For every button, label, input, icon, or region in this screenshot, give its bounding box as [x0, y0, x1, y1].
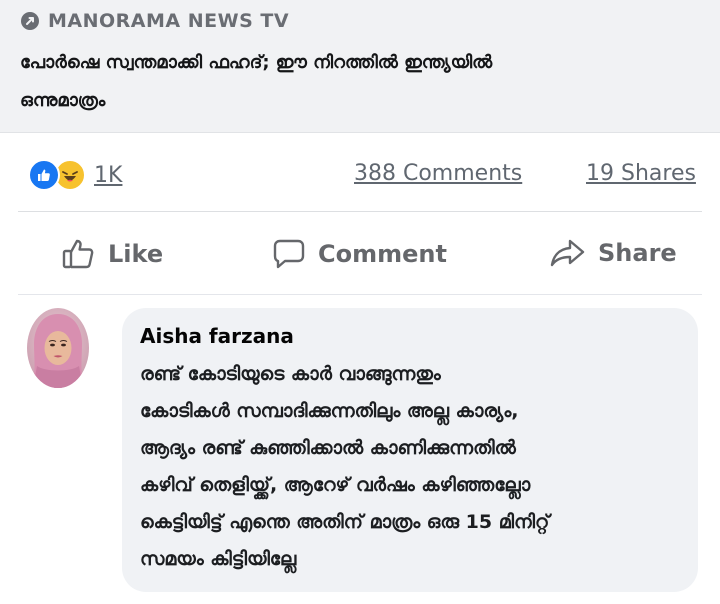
comment-line: സമയം കിട്ടിയില്ലേ [140, 548, 297, 570]
like-reaction-icon [28, 159, 60, 191]
like-label: Like [108, 240, 164, 268]
speech-bubble-icon [272, 238, 306, 270]
divider [18, 294, 702, 295]
comment-line: ആദ്യം രണ്ട് കുഞ്ഞിക്കാൽ കാണിക്കുന്നതിൽ [140, 437, 516, 459]
share-label: Share [598, 239, 677, 267]
headline-line: പോർഷെ സ്വന്തമാക്കി ഫഹദ്; ഈ നിറത്തിൽ ഇന്ത… [20, 52, 493, 73]
like-button[interactable]: Like [62, 238, 163, 270]
share-button[interactable]: Share [550, 238, 677, 268]
comment-text: രണ്ട് കോടിയുടെ കാർ വാങ്ങുന്നതും കോടികൾ സ… [140, 356, 680, 578]
facebook-post: MANORAMA NEWS TV പോർഷെ സ്വന്തമാക്കി ഫഹദ്… [0, 0, 720, 604]
source-name: MANORAMA NEWS TV [48, 10, 290, 32]
reaction-count: 1K [94, 162, 123, 188]
thumbs-up-icon [62, 238, 96, 270]
shares-count-link[interactable]: 19 Shares [586, 161, 720, 186]
comment-label: Comment [318, 240, 447, 268]
headline[interactable]: പോർഷെ സ്വന്തമാക്കി ഫഹദ്; ഈ നിറത്തിൽ ഇന്ത… [20, 44, 700, 120]
source-row: MANORAMA NEWS TV [20, 10, 289, 32]
counts-bar: 1K 388 Comments 19 Shares [0, 133, 720, 211]
comments-count-link[interactable]: 388 Comments [354, 161, 522, 186]
comment-author[interactable]: Aisha farzana [140, 324, 294, 348]
action-bar: Like Comment Share [0, 212, 720, 294]
reactions-summary[interactable]: 1K [28, 159, 122, 191]
comment-button[interactable]: Comment [272, 238, 447, 270]
comment-line: കഴിവ് തെളിയ്ക്ക്, ആറേഴ് വർഷം കഴിഞ്ഞല്ലോ [140, 474, 531, 496]
share-arrow-icon [550, 238, 586, 268]
link-preview-card[interactable]: MANORAMA NEWS TV പോർഷെ സ്വന്തമാക്കി ഫഹദ്… [0, 0, 720, 133]
comment-line: കോടികൾ സമ്പാദിക്കുന്നതിലും അല്ല കാര്യം, [140, 400, 519, 422]
link-icon [20, 11, 40, 31]
headline-line: ഒന്നുമാത്രം [20, 90, 106, 111]
comment-line: കെട്ടിയിട്ട് എന്തെ അതിന് മാത്രം ഒരു 15 മ… [140, 511, 550, 533]
avatar[interactable] [27, 308, 89, 388]
comment-bubble: Aisha farzana രണ്ട് കോടിയുടെ കാർ വാങ്ങുന… [122, 308, 698, 592]
comment-line: രണ്ട് കോടിയുടെ കാർ വാങ്ങുന്നതും [140, 363, 441, 385]
